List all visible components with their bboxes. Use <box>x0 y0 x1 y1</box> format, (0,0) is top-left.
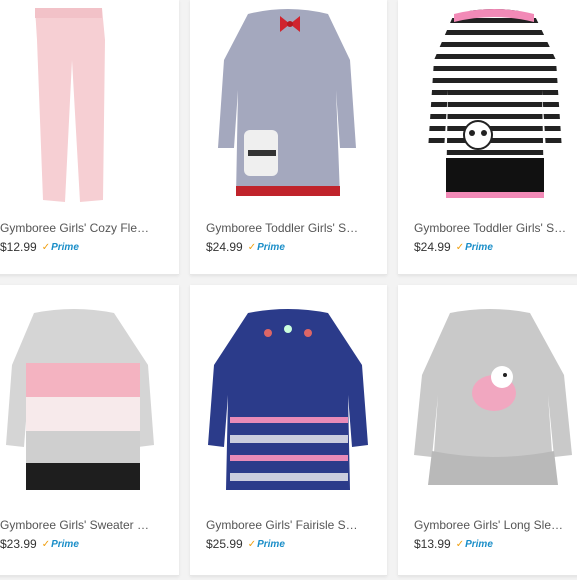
gray-bird-tunic-image[interactable] <box>398 285 577 495</box>
gray-sweater-dress-image[interactable] <box>190 0 387 206</box>
product-card[interactable]: Gymboree Girls' Cozy Fleece Leggings $12… <box>0 0 179 275</box>
product-card[interactable]: Gymboree Toddler Girls' Striped Sweater … <box>398 0 577 275</box>
price-row: $23.99 ✓ Prime <box>0 537 79 551</box>
prime-badge: ✓ Prime <box>41 538 79 550</box>
product-card[interactable]: Gymboree Toddler Girls' Sweater Dress $2… <box>190 0 387 275</box>
check-icon: ✓ <box>41 241 51 253</box>
check-icon: ✓ <box>41 538 51 550</box>
prime-badge: ✓ Prime <box>247 538 285 550</box>
prime-badge: ✓ Prime <box>247 241 285 253</box>
prime-badge: ✓ Prime <box>455 241 493 253</box>
product-price: $24.99 <box>414 240 451 254</box>
product-price: $23.99 <box>0 537 37 551</box>
check-icon: ✓ <box>247 538 257 550</box>
navy-fairisle-dress-image[interactable] <box>190 285 387 495</box>
check-icon: ✓ <box>455 538 465 550</box>
product-card[interactable]: Gymboree Girls' Long Sleeve Tunic $13.99… <box>398 285 577 576</box>
product-price: $13.99 <box>414 537 451 551</box>
price-row: $12.99 ✓ Prime <box>0 240 79 254</box>
product-title[interactable]: Gymboree Girls' Sweater Dress <box>0 518 154 532</box>
product-title[interactable]: Gymboree Girls' Fairisle Sweater Dress <box>206 518 360 532</box>
price-row: $24.99 ✓ Prime <box>414 240 493 254</box>
product-title[interactable]: Gymboree Toddler Girls' Sweater Dress <box>206 221 360 235</box>
product-price: $24.99 <box>206 240 243 254</box>
product-card[interactable]: Gymboree Girls' Fairisle Sweater Dress $… <box>190 285 387 576</box>
product-title[interactable]: Gymboree Girls' Cozy Fleece Leggings <box>0 221 154 235</box>
pink-leggings-image[interactable] <box>0 0 179 206</box>
striped-panda-dress-image[interactable] <box>398 0 577 206</box>
product-price: $25.99 <box>206 537 243 551</box>
product-title[interactable]: Gymboree Girls' Long Sleeve Tunic <box>414 518 568 532</box>
price-row: $24.99 ✓ Prime <box>206 240 285 254</box>
check-icon: ✓ <box>455 241 465 253</box>
product-price: $12.99 <box>0 240 37 254</box>
product-title[interactable]: Gymboree Toddler Girls' Striped Sweater … <box>414 221 568 235</box>
price-row: $25.99 ✓ Prime <box>206 537 285 551</box>
colorblock-sweater-dress-image[interactable] <box>0 285 179 495</box>
prime-badge: ✓ Prime <box>41 241 79 253</box>
check-icon: ✓ <box>247 241 257 253</box>
prime-badge: ✓ Prime <box>455 538 493 550</box>
product-card[interactable]: Gymboree Girls' Sweater Dress $23.99 ✓ Pr… <box>0 285 179 576</box>
price-row: $13.99 ✓ Prime <box>414 537 493 551</box>
